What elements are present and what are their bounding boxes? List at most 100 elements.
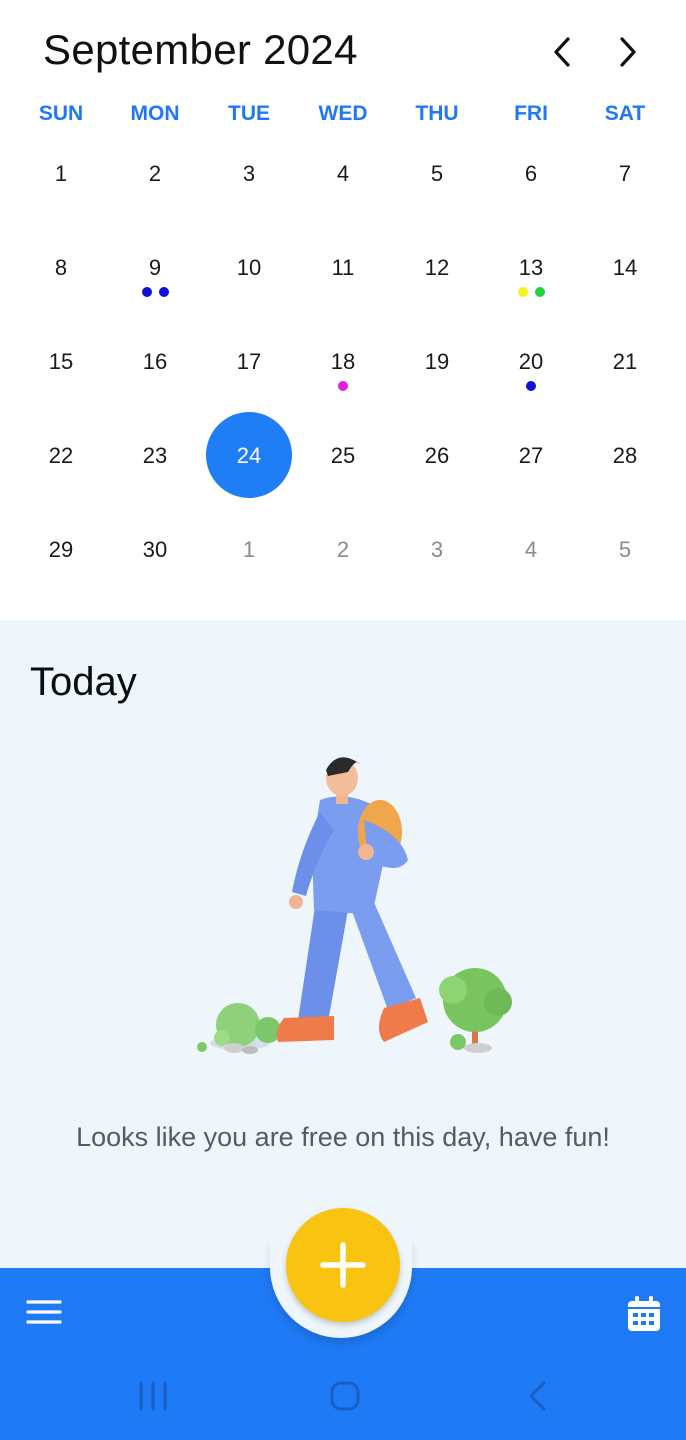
day-cell[interactable]: 3 xyxy=(390,503,484,597)
day-cell[interactable]: 26 xyxy=(390,409,484,503)
day-cell[interactable]: 22 xyxy=(14,409,108,503)
day-number: 3 xyxy=(430,537,444,562)
day-number: 6 xyxy=(524,161,538,186)
day-number: 30 xyxy=(142,537,168,562)
day-cell[interactable]: 1 xyxy=(202,503,296,597)
today-panel: Today Looks like you are free on this da… xyxy=(0,620,686,1270)
back-icon xyxy=(529,1381,546,1411)
day-cell[interactable]: 21 xyxy=(578,315,672,409)
day-cell[interactable]: 19 xyxy=(390,315,484,409)
event-dot xyxy=(338,381,348,391)
home-icon xyxy=(330,1381,360,1411)
day-cell[interactable]: 4 xyxy=(296,127,390,221)
day-number: 24 xyxy=(236,443,262,468)
day-cell[interactable]: 17 xyxy=(202,315,296,409)
day-cell[interactable]: 30 xyxy=(108,503,202,597)
day-cell[interactable]: 25 xyxy=(296,409,390,503)
event-dot xyxy=(526,381,536,391)
day-cell[interactable]: 14 xyxy=(578,221,672,315)
day-cell[interactable]: 9 xyxy=(108,221,202,315)
day-number: 1 xyxy=(54,161,68,186)
day-number: 27 xyxy=(518,443,544,468)
day-cell[interactable]: 18 xyxy=(296,315,390,409)
add-event-button[interactable] xyxy=(286,1208,400,1322)
day-number: 10 xyxy=(236,255,262,280)
day-number: 20 xyxy=(518,349,544,374)
day-cell[interactable]: 1 xyxy=(14,127,108,221)
day-cell[interactable]: 11 xyxy=(296,221,390,315)
calendar-header: September 2024 xyxy=(0,0,686,110)
day-number: 15 xyxy=(48,349,74,374)
weekday-label: SAT xyxy=(604,102,646,125)
weekday-label: FRI xyxy=(514,102,548,125)
day-cell[interactable]: 12 xyxy=(390,221,484,315)
day-number: 22 xyxy=(48,443,74,468)
day-cell[interactable]: 5 xyxy=(578,503,672,597)
day-number: 23 xyxy=(142,443,168,468)
day-number: 13 xyxy=(518,255,544,280)
day-cell[interactable]: 6 xyxy=(484,127,578,221)
event-dot xyxy=(517,287,528,297)
calendar-icon xyxy=(628,1296,660,1331)
plus-icon xyxy=(320,1242,366,1288)
previous-month-button[interactable] xyxy=(540,30,584,74)
day-cell[interactable]: 29 xyxy=(14,503,108,597)
day-number: 4 xyxy=(524,537,538,562)
event-dots xyxy=(526,381,536,391)
day-number: 12 xyxy=(424,255,450,280)
calendar-day-grid: 1 2 3 4 5 6 7 8 9 10 11 12 13 14 15 16 17 18 19 20 21 22 23 24 2… xyxy=(14,127,672,597)
recents-icon xyxy=(139,1381,167,1411)
day-number: 4 xyxy=(336,161,350,186)
day-cell[interactable]: 4 xyxy=(484,503,578,597)
day-number: 25 xyxy=(330,443,356,468)
day-number: 9 xyxy=(148,255,162,280)
chevron-right-icon xyxy=(620,37,636,67)
day-number: 21 xyxy=(612,349,638,374)
day-cell[interactable]: 27 xyxy=(484,409,578,503)
day-number: 16 xyxy=(142,349,168,374)
day-cell[interactable]: 8 xyxy=(14,221,108,315)
calendar-view-button[interactable] xyxy=(622,1292,666,1336)
day-number: 2 xyxy=(336,537,350,562)
free-day-message: Looks like you are free on this day, hav… xyxy=(76,1122,610,1152)
day-cell[interactable]: 7 xyxy=(578,127,672,221)
back-button[interactable] xyxy=(512,1374,562,1418)
day-number: 5 xyxy=(618,537,632,562)
event-dot xyxy=(158,287,169,297)
weekday-label: SUN xyxy=(38,102,84,125)
day-cell[interactable]: 16 xyxy=(108,315,202,409)
day-number: 1 xyxy=(242,537,256,562)
day-number: 29 xyxy=(48,537,74,562)
weekday-label: THU xyxy=(415,102,459,125)
day-number: 17 xyxy=(236,349,262,374)
event-dot xyxy=(534,287,545,297)
day-number: 14 xyxy=(612,255,638,280)
day-cell[interactable]: 2 xyxy=(108,127,202,221)
day-number: 3 xyxy=(242,161,256,186)
day-number: 7 xyxy=(618,161,632,186)
day-cell[interactable]: 28 xyxy=(578,409,672,503)
home-button[interactable] xyxy=(320,1374,370,1418)
day-cell[interactable]: 23 xyxy=(108,409,202,503)
day-number: 26 xyxy=(424,443,450,468)
event-dots xyxy=(141,287,169,297)
weekday-header-row: SUN MON TUE WED THU FRI SAT xyxy=(14,98,672,130)
day-number: 19 xyxy=(424,349,450,374)
menu-button[interactable] xyxy=(24,1292,64,1332)
day-cell[interactable]: 20 xyxy=(484,315,578,409)
day-cell[interactable]: 2 xyxy=(296,503,390,597)
day-cell[interactable]: 5 xyxy=(390,127,484,221)
day-number: 11 xyxy=(331,255,355,280)
hamburger-menu-icon xyxy=(26,1300,62,1324)
selected-day-cell[interactable]: 24 xyxy=(202,409,296,503)
weekday-label: WED xyxy=(318,102,368,125)
day-cell[interactable]: 10 xyxy=(202,221,296,315)
next-month-button[interactable] xyxy=(606,30,650,74)
event-dots xyxy=(338,381,348,391)
system-navigation-bar xyxy=(0,1360,686,1430)
recents-button[interactable] xyxy=(128,1374,178,1418)
day-cell[interactable]: 3 xyxy=(202,127,296,221)
day-cell[interactable]: 15 xyxy=(14,315,108,409)
event-dots xyxy=(517,287,545,297)
day-cell[interactable]: 13 xyxy=(484,221,578,315)
